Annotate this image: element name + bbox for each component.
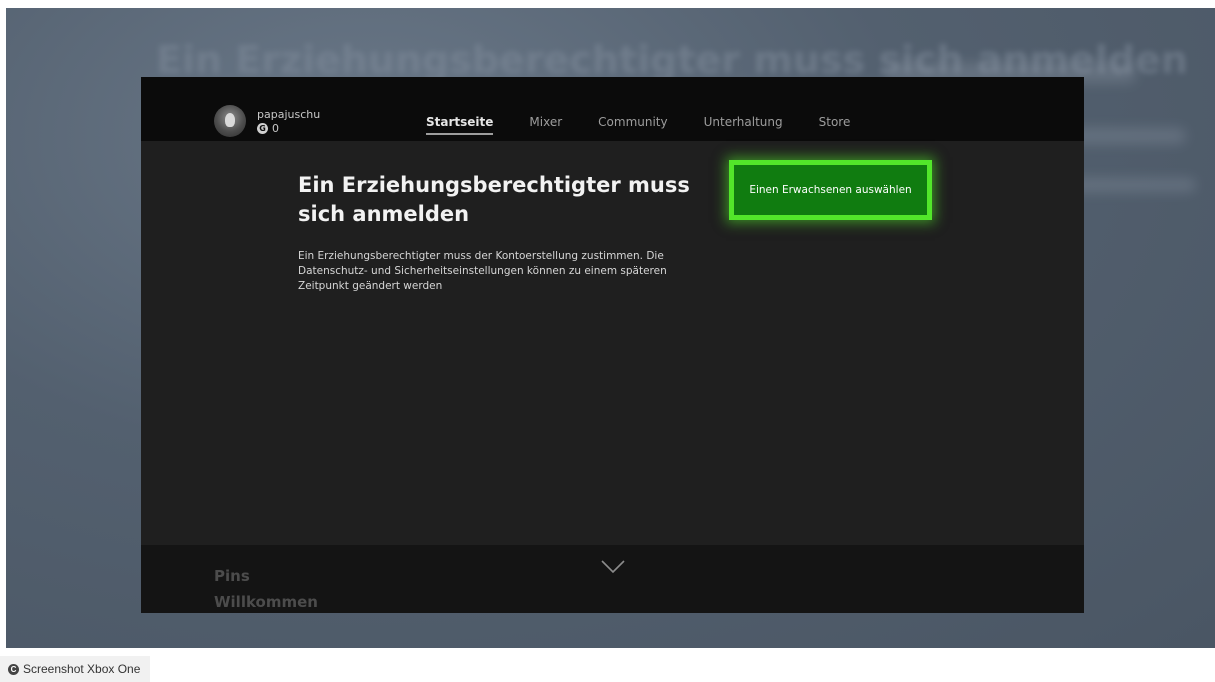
gamertag: papajuschu: [257, 108, 321, 121]
tab-mixer[interactable]: Mixer: [529, 115, 562, 129]
chevron-down-icon[interactable]: [601, 559, 625, 575]
top-bar: papajuschu G 0 Startseite Mixer Communit…: [141, 77, 1084, 141]
image-caption: C Screenshot Xbox One: [0, 656, 151, 682]
bottom-shelf: Pins Willkommen: [141, 545, 1084, 613]
welcome-label[interactable]: Willkommen: [214, 593, 318, 611]
tab-unterhaltung[interactable]: Unterhaltung: [704, 115, 783, 129]
pins-label[interactable]: Pins: [214, 567, 250, 585]
select-adult-button[interactable]: Einen Erwachsenen auswählen: [729, 160, 932, 220]
tab-startseite[interactable]: Startseite: [426, 115, 494, 135]
gamerscore-icon: G: [257, 123, 268, 134]
dialog-heading: Ein Erziehungsberechtigter muss sich anm…: [298, 173, 690, 226]
gamerscore-value: 0: [272, 122, 279, 135]
tab-store[interactable]: Store: [819, 115, 851, 129]
avatar[interactable]: [214, 105, 246, 137]
gamerscore: G 0: [257, 122, 279, 135]
main-nav: Startseite Mixer Community Unterhaltung …: [426, 115, 886, 135]
dialog-body: Ein Erziehungsberechtigter muss der Kont…: [298, 250, 667, 292]
caption-text: Screenshot Xbox One: [23, 662, 141, 676]
tab-community[interactable]: Community: [598, 115, 667, 129]
copyright-icon: C: [8, 663, 19, 675]
xbox-window: papajuschu G 0 Startseite Mixer Communit…: [141, 77, 1084, 613]
